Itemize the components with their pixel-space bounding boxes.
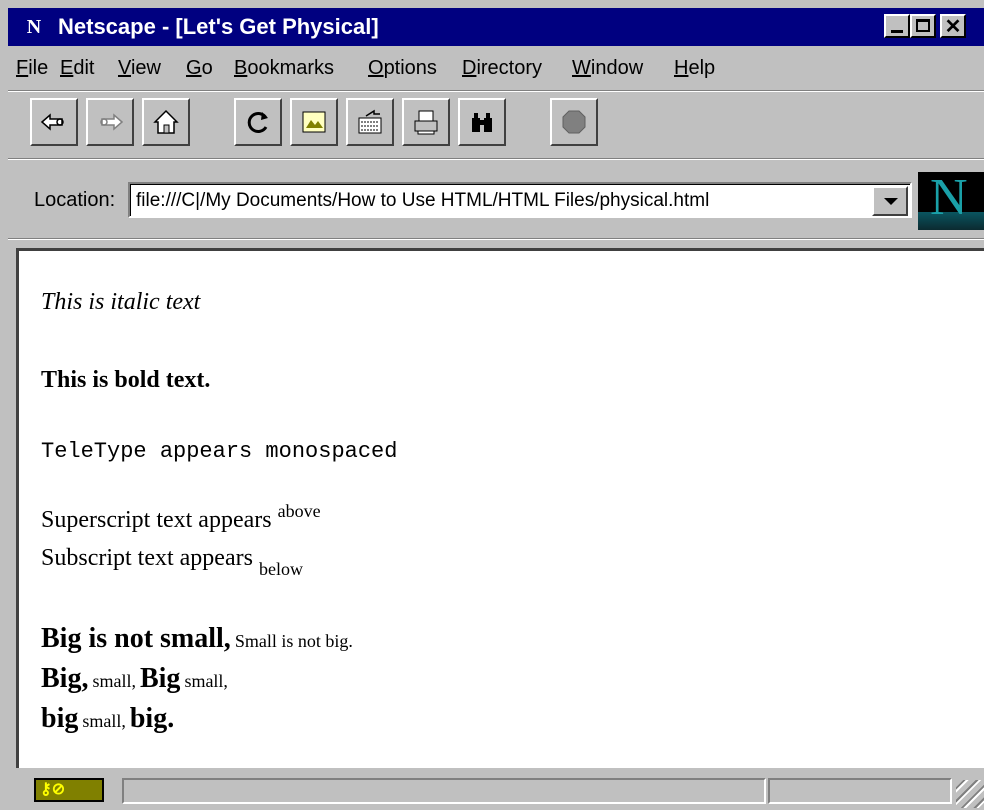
- subscript-text: Subscript text appears: [41, 545, 253, 571]
- chevron-down-icon: [884, 198, 898, 205]
- print-icon: [414, 110, 438, 135]
- minimize-icon: [891, 30, 903, 33]
- big-text: big: [41, 703, 79, 734]
- superscript-line: Superscript text appears above: [41, 501, 321, 534]
- open-button[interactable]: [346, 98, 394, 146]
- menu-help[interactable]: Help: [674, 56, 715, 80]
- binoculars-icon: [472, 113, 492, 132]
- stop-icon: [562, 110, 586, 134]
- minimize-button[interactable]: [884, 14, 910, 38]
- location-dropdown-button[interactable]: [872, 186, 908, 216]
- images-button[interactable]: [290, 98, 338, 146]
- menu-window[interactable]: Window: [572, 56, 643, 80]
- reload-button[interactable]: [234, 98, 282, 146]
- window-title: Netscape - [Let's Get Physical]: [58, 14, 379, 39]
- small-text: Small is not big.: [234, 631, 353, 651]
- menu-go[interactable]: Go: [186, 56, 213, 80]
- big-text: big.: [129, 703, 175, 734]
- status-bar: ⚷⊘: [16, 770, 984, 810]
- small-text: small,: [82, 711, 126, 731]
- back-arrow-icon: [40, 113, 64, 131]
- forward-arrow-icon: [100, 113, 124, 131]
- menu-directory[interactable]: Directory: [462, 56, 542, 80]
- reload-icon: [247, 112, 268, 133]
- big-text: Big: [139, 663, 181, 694]
- open-icon: [358, 109, 382, 134]
- subscript-line: Subscript text appears below: [41, 545, 303, 579]
- status-progress-panel: [768, 778, 952, 804]
- find-button[interactable]: [458, 98, 506, 146]
- security-key-icon[interactable]: ⚷⊘: [34, 778, 104, 802]
- superscript-word: above: [277, 501, 321, 521]
- italic-text: This is italic text: [41, 289, 201, 315]
- browser-window: N Netscape - [Let's Get Physical] ✕ File…: [0, 0, 984, 810]
- menu-separator: [8, 90, 984, 92]
- big-small-line-1: Big is not small, Small is not big.: [41, 623, 353, 655]
- superscript-text: Superscript text appears: [41, 507, 272, 533]
- location-separator: [8, 238, 984, 240]
- big-text: Big,: [41, 663, 89, 694]
- title-bar[interactable]: N Netscape - [Let's Get Physical] ✕: [8, 8, 984, 46]
- location-label: Location:: [34, 189, 116, 211]
- print-button[interactable]: [402, 98, 450, 146]
- close-button[interactable]: ✕: [940, 14, 966, 38]
- close-icon: ✕: [944, 16, 962, 38]
- forward-button[interactable]: [86, 98, 134, 146]
- menu-options[interactable]: Options: [368, 56, 437, 80]
- maximize-button[interactable]: [910, 14, 936, 38]
- netscape-n-icon: N: [930, 172, 968, 226]
- page-content: This is italic text This is bold text. T…: [16, 248, 984, 768]
- maximize-icon: [916, 19, 930, 32]
- menu-edit[interactable]: Edit: [60, 56, 94, 80]
- menu-bookmarks[interactable]: Bookmarks: [234, 56, 334, 80]
- home-button[interactable]: [142, 98, 190, 146]
- status-text-panel: [122, 778, 766, 804]
- resize-grip[interactable]: [956, 780, 984, 808]
- big-small-line-2: Big, small, Big small,: [41, 663, 228, 695]
- teletype-text: TeleType appears monospaced: [41, 439, 398, 464]
- menu-view[interactable]: View: [118, 56, 161, 80]
- netscape-n-icon: N: [26, 16, 42, 38]
- bold-text: This is bold text.: [41, 367, 211, 393]
- location-value: file:///C|/My Documents/How to Use HTML/…: [136, 190, 710, 211]
- images-icon: [302, 111, 326, 133]
- netscape-logo[interactable]: N: [918, 172, 984, 230]
- big-text: Big is not small,: [41, 623, 231, 654]
- stop-button[interactable]: [550, 98, 598, 146]
- menu-bar: File Edit View Go Bookmarks Options Dire…: [8, 50, 984, 88]
- toolbar-separator: [8, 158, 984, 160]
- small-text: small,: [92, 671, 136, 691]
- subscript-word: below: [258, 559, 303, 579]
- home-icon: [153, 109, 179, 134]
- small-text: small,: [184, 671, 228, 691]
- big-small-line-3: big small, big.: [41, 703, 174, 735]
- menu-file[interactable]: File: [16, 56, 48, 80]
- back-button[interactable]: [30, 98, 78, 146]
- location-input[interactable]: file:///C|/My Documents/How to Use HTML/…: [128, 182, 912, 218]
